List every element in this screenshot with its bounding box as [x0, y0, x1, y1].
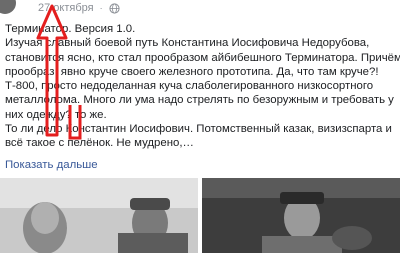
post-line: всё такое с пелёнок. Не мудрено,…: [5, 137, 194, 150]
photo-left[interactable]: [0, 178, 198, 253]
post-line: То ли дело Константин Иосифович. Потомст…: [5, 123, 392, 136]
avatar[interactable]: [0, 0, 16, 14]
post-line: Изучая славный боевой путь Константина И…: [5, 37, 370, 50]
facebook-post: 27 октября · Терминатор. Версия 1.0. Изу…: [0, 0, 400, 253]
post-line: становится ясно, кто стал прообразом айб…: [5, 51, 400, 64]
post-line: Т-800, просто недоделанная куча слаболег…: [5, 80, 374, 93]
globe-icon: [109, 2, 120, 14]
separator: ·: [99, 3, 103, 13]
post-line: Терминатор. Версия 1.0.: [5, 23, 136, 35]
post-text: Терминатор. Версия 1.0. Изучая славный б…: [5, 22, 400, 151]
post-line: металлолома. Много ли ума надо стрелять …: [5, 94, 394, 107]
photo-right[interactable]: [202, 178, 400, 253]
post-date[interactable]: 27 октября: [38, 1, 94, 15]
post-line: прообраз, явно круче своего железного пр…: [5, 65, 379, 78]
photo-gallery: [0, 178, 400, 253]
post-line: них одежду? то же.: [5, 108, 107, 121]
post-header: 27 октября ·: [38, 1, 120, 15]
see-more-link[interactable]: Показать дальше: [5, 158, 98, 172]
